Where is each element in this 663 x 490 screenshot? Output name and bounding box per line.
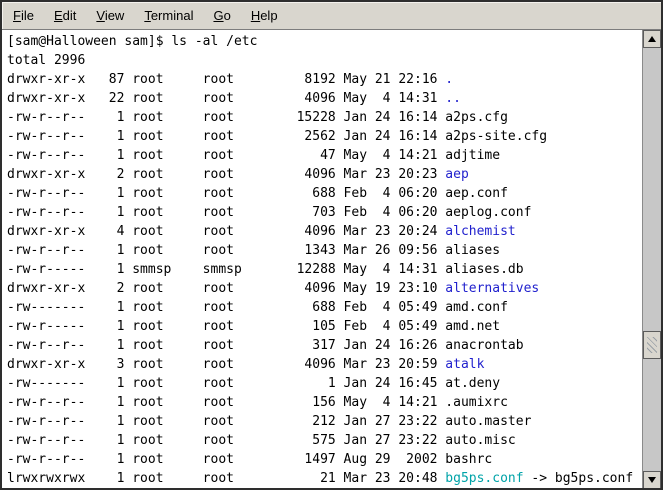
menu-item-edit[interactable]: Edit — [44, 3, 86, 28]
scroll-down-button[interactable] — [643, 471, 661, 489]
file-row: drwxr-xr-x 22 root root 4096 May 4 14:31… — [7, 89, 642, 108]
file-attributes: -rw-r--r-- 1 root root 1497 Aug 29 2002 — [7, 452, 445, 467]
file-attributes: drwxr-xr-x 3 root root 4096 Mar 23 20:59 — [7, 357, 445, 372]
file-row: -rw-r--r-- 1 root root 688 Feb 4 06:20 a… — [7, 184, 642, 203]
file-name: auto.misc — [445, 433, 515, 448]
file-attributes: -rw-r--r-- 1 root root 47 May 4 14:21 — [7, 148, 445, 163]
file-attributes: drwxr-xr-x 22 root root 4096 May 4 14:31 — [7, 91, 445, 106]
file-attributes: -rw-r--r-- 1 root root 317 Jan 24 16:26 — [7, 338, 445, 353]
file-row: -rw-r----- 1 smmsp smmsp 12288 May 4 14:… — [7, 260, 642, 279]
file-attributes: -rw------- 1 root root 1 Jan 24 16:45 — [7, 376, 445, 391]
scrollbar[interactable] — [642, 30, 661, 489]
menubar: FileEditViewTerminalGoHelp — [2, 2, 661, 30]
file-row: -rw-r--r-- 1 root root 156 May 4 14:21 .… — [7, 393, 642, 412]
file-row: drwxr-xr-x 2 root root 4096 Mar 23 20:23… — [7, 165, 642, 184]
file-row: drwxr-xr-x 4 root root 4096 Mar 23 20:24… — [7, 222, 642, 241]
file-row: -rw-r--r-- 1 root root 703 Feb 4 06:20 a… — [7, 203, 642, 222]
terminal-window: FileEditViewTerminalGoHelp [sam@Hallowee… — [0, 0, 663, 490]
file-row: -rw-r--r-- 1 root root 15228 Jan 24 16:1… — [7, 108, 642, 127]
file-attributes: -rw-r----- 1 root root 105 Feb 4 05:49 — [7, 319, 445, 334]
file-attributes: -rw-r--r-- 1 root root 156 May 4 14:21 — [7, 395, 445, 410]
file-attributes: drwxr-xr-x 4 root root 4096 Mar 23 20:24 — [7, 224, 445, 239]
file-attributes: drwxr-xr-x 2 root root 4096 Mar 23 20:23 — [7, 167, 445, 182]
file-name: bg5ps.conf — [445, 471, 523, 486]
file-name: aep — [445, 167, 468, 182]
file-name: at.deny — [445, 376, 500, 391]
file-name: auto.master — [445, 414, 531, 429]
file-name: alternatives — [445, 281, 539, 296]
file-row: -rw-r--r-- 1 root root 1343 Mar 26 09:56… — [7, 241, 642, 260]
total-line: total 2996 — [7, 51, 642, 70]
file-attributes: -rw-r--r-- 1 root root 575 Jan 27 23:22 — [7, 433, 445, 448]
menu-item-go[interactable]: Go — [203, 3, 240, 28]
symlink-target: -> bg5ps.conf — [524, 471, 634, 486]
file-row: -rw-r--r-- 1 root root 1497 Aug 29 2002 … — [7, 450, 642, 469]
file-attributes: -rw------- 1 root root 688 Feb 4 05:49 — [7, 300, 445, 315]
arrow-up-icon — [648, 36, 656, 42]
file-name: alchemist — [445, 224, 515, 239]
file-name: aliases.db — [445, 262, 523, 277]
file-attributes: -rw-r----- 1 smmsp smmsp 12288 May 4 14:… — [7, 262, 445, 277]
file-row: drwxr-xr-x 87 root root 8192 May 21 22:1… — [7, 70, 642, 89]
scroll-up-button[interactable] — [643, 30, 661, 48]
prompt-line: [sam@Halloween sam]$ ls -al /etc — [7, 32, 642, 51]
file-row: drwxr-xr-x 2 root root 4096 May 19 23:10… — [7, 279, 642, 298]
file-attributes: -rw-r--r-- 1 root root 2562 Jan 24 16:14 — [7, 129, 445, 144]
menu-item-terminal[interactable]: Terminal — [134, 3, 203, 28]
file-name: aep.conf — [445, 186, 508, 201]
terminal-screen[interactable]: [sam@Halloween sam]$ ls -al /etc total 2… — [2, 30, 642, 489]
file-name: adjtime — [445, 148, 500, 163]
file-row: -rw-r--r-- 1 root root 317 Jan 24 16:26 … — [7, 336, 642, 355]
menu-item-view[interactable]: View — [86, 3, 134, 28]
file-attributes: drwxr-xr-x 87 root root 8192 May 21 22:1… — [7, 72, 445, 87]
file-name: amd.conf — [445, 300, 508, 315]
file-name: amd.net — [445, 319, 500, 334]
file-name: atalk — [445, 357, 484, 372]
file-attributes: -rw-r--r-- 1 root root 15228 Jan 24 16:1… — [7, 110, 445, 125]
file-name: .. — [445, 91, 461, 106]
file-row: -rw-r--r-- 1 root root 2562 Jan 24 16:14… — [7, 127, 642, 146]
file-row: -rw-r--r-- 1 root root 575 Jan 27 23:22 … — [7, 431, 642, 450]
file-attributes: lrwxrwxrwx 1 root root 21 Mar 23 20:48 — [7, 471, 445, 486]
arrow-down-icon — [648, 477, 656, 483]
file-name: .aumixrc — [445, 395, 508, 410]
file-row: -rw-r----- 1 root root 105 Feb 4 05:49 a… — [7, 317, 642, 336]
file-name: anacrontab — [445, 338, 523, 353]
file-name: aeplog.conf — [445, 205, 531, 220]
file-row: -rw------- 1 root root 1 Jan 24 16:45 at… — [7, 374, 642, 393]
file-listing: drwxr-xr-x 87 root root 8192 May 21 22:1… — [7, 70, 642, 488]
file-attributes: -rw-r--r-- 1 root root 1343 Mar 26 09:56 — [7, 243, 445, 258]
file-row: lrwxrwxrwx 1 root root 21 Mar 23 20:48 b… — [7, 469, 642, 488]
file-name: aliases — [445, 243, 500, 258]
file-attributes: drwxr-xr-x 2 root root 4096 May 19 23:10 — [7, 281, 445, 296]
scrollbar-thumb[interactable] — [643, 331, 661, 359]
menu-item-help[interactable]: Help — [241, 3, 288, 28]
file-name: bashrc — [445, 452, 492, 467]
file-name: a2ps-site.cfg — [445, 129, 547, 144]
file-name: . — [445, 72, 453, 87]
file-row: -rw-r--r-- 1 root root 47 May 4 14:21 ad… — [7, 146, 642, 165]
file-name: a2ps.cfg — [445, 110, 508, 125]
file-attributes: -rw-r--r-- 1 root root 212 Jan 27 23:22 — [7, 414, 445, 429]
file-attributes: -rw-r--r-- 1 root root 688 Feb 4 06:20 — [7, 186, 445, 201]
file-attributes: -rw-r--r-- 1 root root 703 Feb 4 06:20 — [7, 205, 445, 220]
file-row: -rw-r--r-- 1 root root 212 Jan 27 23:22 … — [7, 412, 642, 431]
file-row: drwxr-xr-x 3 root root 4096 Mar 23 20:59… — [7, 355, 642, 374]
file-row: -rw------- 1 root root 688 Feb 4 05:49 a… — [7, 298, 642, 317]
window-content: [sam@Halloween sam]$ ls -al /etc total 2… — [2, 30, 661, 489]
menu-item-file[interactable]: File — [3, 3, 44, 28]
